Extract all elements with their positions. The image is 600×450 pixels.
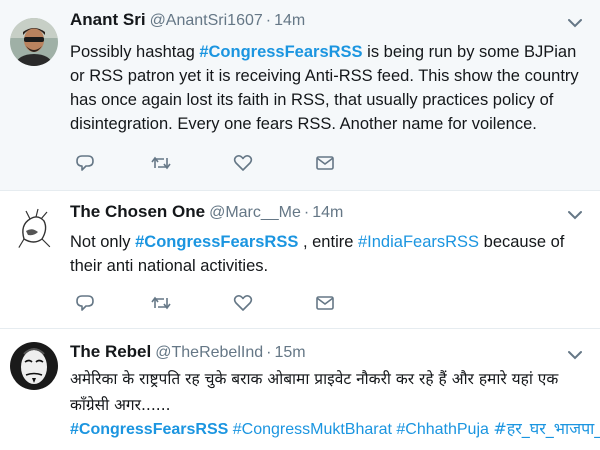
retweet-icon[interactable] — [150, 152, 172, 174]
tweet-text: अमेरिका के राष्ट्रपति रह चुके बराक ओबामा… — [70, 370, 559, 414]
user-handle[interactable]: @AnantSri1607 — [150, 12, 263, 29]
tweet-text-part: Possibly hashtag — [70, 43, 200, 61]
avatar-anant-sri — [10, 18, 58, 66]
separator: · — [303, 204, 310, 221]
separator: · — [266, 344, 272, 361]
display-name[interactable]: The Chosen One — [70, 202, 205, 221]
tweet-text: Not only #CongressFearsRSS , entire #Ind… — [70, 230, 585, 278]
avatar-the-rebel — [10, 342, 58, 390]
direct-message-icon[interactable] — [314, 152, 336, 174]
hashtag-link[interactable]: #CongressFearsRSS — [135, 233, 298, 251]
user-handle[interactable]: @TheRebelInd — [155, 344, 263, 361]
timestamp[interactable]: 15m — [274, 344, 305, 361]
retweet-icon[interactable] — [150, 292, 172, 314]
direct-message-icon[interactable] — [314, 292, 336, 314]
timestamp[interactable]: 14m — [274, 12, 305, 29]
user-handle[interactable]: @Marc__Me — [209, 204, 301, 221]
avatar-the-chosen-one — [10, 205, 58, 253]
hashtag-link[interactable]: #CongressMuktBharat — [233, 421, 392, 438]
reply-icon[interactable] — [74, 152, 96, 174]
tweet-text: Possibly hashtag #CongressFearsRSS is be… — [70, 40, 585, 136]
chevron-down-icon[interactable] — [568, 210, 582, 220]
heart-icon[interactable] — [232, 292, 254, 314]
timestamp[interactable]: 14m — [312, 204, 343, 221]
tweet-text-part: , entire — [298, 233, 358, 251]
hashtag-row: #CongressFearsRSS #CongressMuktBharat #C… — [70, 418, 600, 441]
chevron-down-icon[interactable] — [568, 350, 582, 360]
hashtag-link[interactable]: #CongressFearsRSS — [199, 43, 362, 61]
tweet-header: The Chosen One @Marc__Me · 14m — [70, 202, 343, 223]
tweet-header: Anant Sri @AnantSri1607 · 14m — [70, 10, 305, 31]
tweet-actions — [70, 292, 370, 314]
tweet-header: The Rebel @TheRebelInd · 15m — [70, 342, 306, 363]
chevron-down-icon[interactable] — [568, 18, 582, 28]
reply-icon[interactable] — [74, 292, 96, 314]
avatar[interactable] — [10, 205, 58, 253]
hashtag-link[interactable]: #ChhathPuja — [396, 421, 489, 438]
tweet-feed: Anant Sri @AnantSri1607 · 14m Possibly hash… — [0, 0, 600, 450]
hashtag-link[interactable]: #CongressFearsRSS — [70, 421, 228, 438]
tweet-actions — [70, 152, 370, 174]
heart-icon[interactable] — [232, 152, 254, 174]
avatar[interactable] — [10, 342, 58, 390]
avatar[interactable] — [10, 18, 58, 66]
hashtag-link[interactable]: #हर_घर_भाजपा_ध्वज — [493, 419, 600, 438]
separator: · — [265, 12, 272, 29]
display-name[interactable]: Anant Sri — [70, 10, 146, 29]
tweet-text-part: Not only — [70, 233, 136, 251]
hashtag-link[interactable]: #IndiaFearsRSS — [358, 233, 479, 251]
display-name[interactable]: The Rebel — [70, 342, 151, 361]
